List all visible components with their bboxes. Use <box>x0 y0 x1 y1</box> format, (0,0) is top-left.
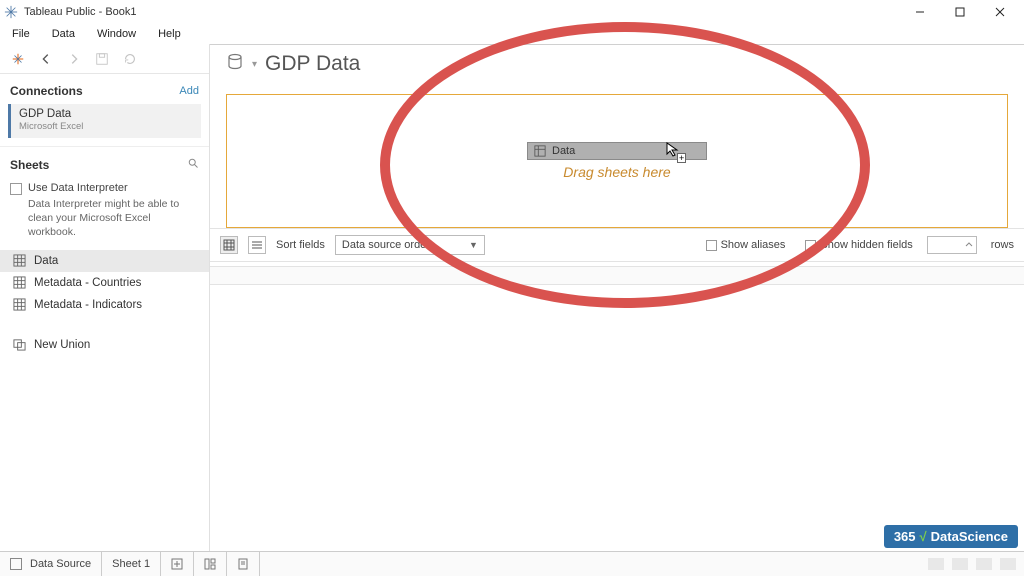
sheet-item-metadata-indicators[interactable]: Metadata - Indicators <box>0 294 209 316</box>
maximize-button[interactable] <box>940 1 980 23</box>
menu-window[interactable]: Window <box>93 26 140 42</box>
minimize-button[interactable] <box>900 1 940 23</box>
union-icon <box>12 338 26 352</box>
sheets-heading-row: Sheets <box>0 146 209 176</box>
rows-label: rows <box>991 239 1014 251</box>
tab-sheet1-label: Sheet 1 <box>112 558 150 570</box>
show-aliases-label: Show aliases <box>721 239 786 251</box>
list-view-icon[interactable] <box>248 236 266 254</box>
sheet-list: Data Metadata - Countries Metadata - Ind… <box>0 248 209 358</box>
new-dashboard-button[interactable] <box>194 552 227 576</box>
sheet-item-label: Data <box>34 255 58 267</box>
sheet-item-label: Metadata - Countries <box>34 277 141 289</box>
datasource-title-row: ▾ GDP Data <box>226 52 1008 76</box>
sheet-icon <box>12 276 26 290</box>
title-bar: Tableau Public - Book1 <box>0 0 1024 24</box>
bottom-bar: Data Source Sheet 1 <box>0 551 1024 576</box>
sort-fields-select[interactable]: Data source order ▼ <box>335 235 485 255</box>
watermark-badge: 365√DataScience <box>884 525 1018 548</box>
close-button[interactable] <box>980 1 1020 23</box>
content-area: ▾ GDP Data Data Drag sheets here + <box>210 44 1024 551</box>
sidebar-toolbar <box>0 44 209 74</box>
grid-controls: Sort fields Data source order ▼ Show ali… <box>210 228 1024 262</box>
connection-type: Microsoft Excel <box>19 121 193 132</box>
search-sheets-icon[interactable] <box>187 157 199 172</box>
show-hidden-label: Show hidden fields <box>820 239 912 251</box>
refresh-icon[interactable] <box>122 51 138 67</box>
drop-sheets-zone[interactable]: Data Drag sheets here + <box>226 94 1008 228</box>
use-data-interpreter-label: Use Data Interpreter <box>28 182 128 194</box>
data-interpreter-hint: Data Interpreter might be able to clean … <box>0 197 209 248</box>
connections-heading: Connections <box>10 84 83 98</box>
connection-name: GDP Data <box>19 108 193 120</box>
new-union-label: New Union <box>34 339 90 351</box>
new-union-item[interactable]: New Union <box>0 334 209 356</box>
show-aliases-toggle[interactable]: Show aliases <box>706 239 786 251</box>
show-hidden-toggle[interactable]: Show hidden fields <box>805 239 912 251</box>
dragged-sheet-label: Data <box>552 145 575 157</box>
menu-data[interactable]: Data <box>48 26 79 42</box>
new-worksheet-button[interactable] <box>161 552 194 576</box>
sheet-icon <box>12 254 26 268</box>
badge-prefix: 365 <box>894 529 916 544</box>
new-story-button[interactable] <box>227 552 260 576</box>
use-data-interpreter-row[interactable]: Use Data Interpreter <box>0 176 209 197</box>
bottom-view-icons <box>920 552 1024 576</box>
tab-data-source[interactable]: Data Source <box>0 552 102 576</box>
datasource-icon <box>226 53 244 76</box>
tab-data-source-label: Data Source <box>30 558 91 570</box>
connection-item[interactable]: GDP Data Microsoft Excel <box>8 104 201 138</box>
chevron-down-icon: ▼ <box>469 240 478 250</box>
add-connection-link[interactable]: Add <box>179 85 199 97</box>
badge-suffix: DataScience <box>931 529 1008 544</box>
back-icon[interactable] <box>38 51 54 67</box>
drop-hint: Drag sheets here <box>527 164 707 180</box>
datasource-title[interactable]: GDP Data <box>265 52 360 76</box>
use-data-interpreter-checkbox[interactable] <box>10 183 22 195</box>
sheet-icon <box>12 298 26 312</box>
sheet-item-metadata-countries[interactable]: Metadata - Countries <box>0 272 209 294</box>
sheet-item-data[interactable]: Data <box>0 250 209 272</box>
connections-heading-row: Connections Add <box>0 74 209 104</box>
grid-view-icon[interactable] <box>220 236 238 254</box>
forward-icon[interactable] <box>66 51 82 67</box>
tableau-logo-icon[interactable] <box>10 51 26 67</box>
sort-fields-value: Data source order <box>342 239 430 251</box>
rows-input[interactable] <box>927 236 977 254</box>
sort-fields-label: Sort fields <box>276 239 325 251</box>
tab-sheet1[interactable]: Sheet 1 <box>102 552 161 576</box>
menu-help[interactable]: Help <box>154 26 185 42</box>
dragged-sheet[interactable]: Data <box>527 142 707 160</box>
data-grid <box>210 266 1024 551</box>
menu-file[interactable]: File <box>8 26 34 42</box>
save-icon[interactable] <box>94 51 110 67</box>
sidebar: Connections Add GDP Data Microsoft Excel… <box>0 44 210 551</box>
sheet-item-label: Metadata - Indicators <box>34 299 142 311</box>
menu-bar: File Data Window Help <box>0 24 1024 44</box>
app-icon <box>4 5 18 19</box>
window-title: Tableau Public - Book1 <box>24 6 137 18</box>
sheets-heading: Sheets <box>10 158 49 172</box>
